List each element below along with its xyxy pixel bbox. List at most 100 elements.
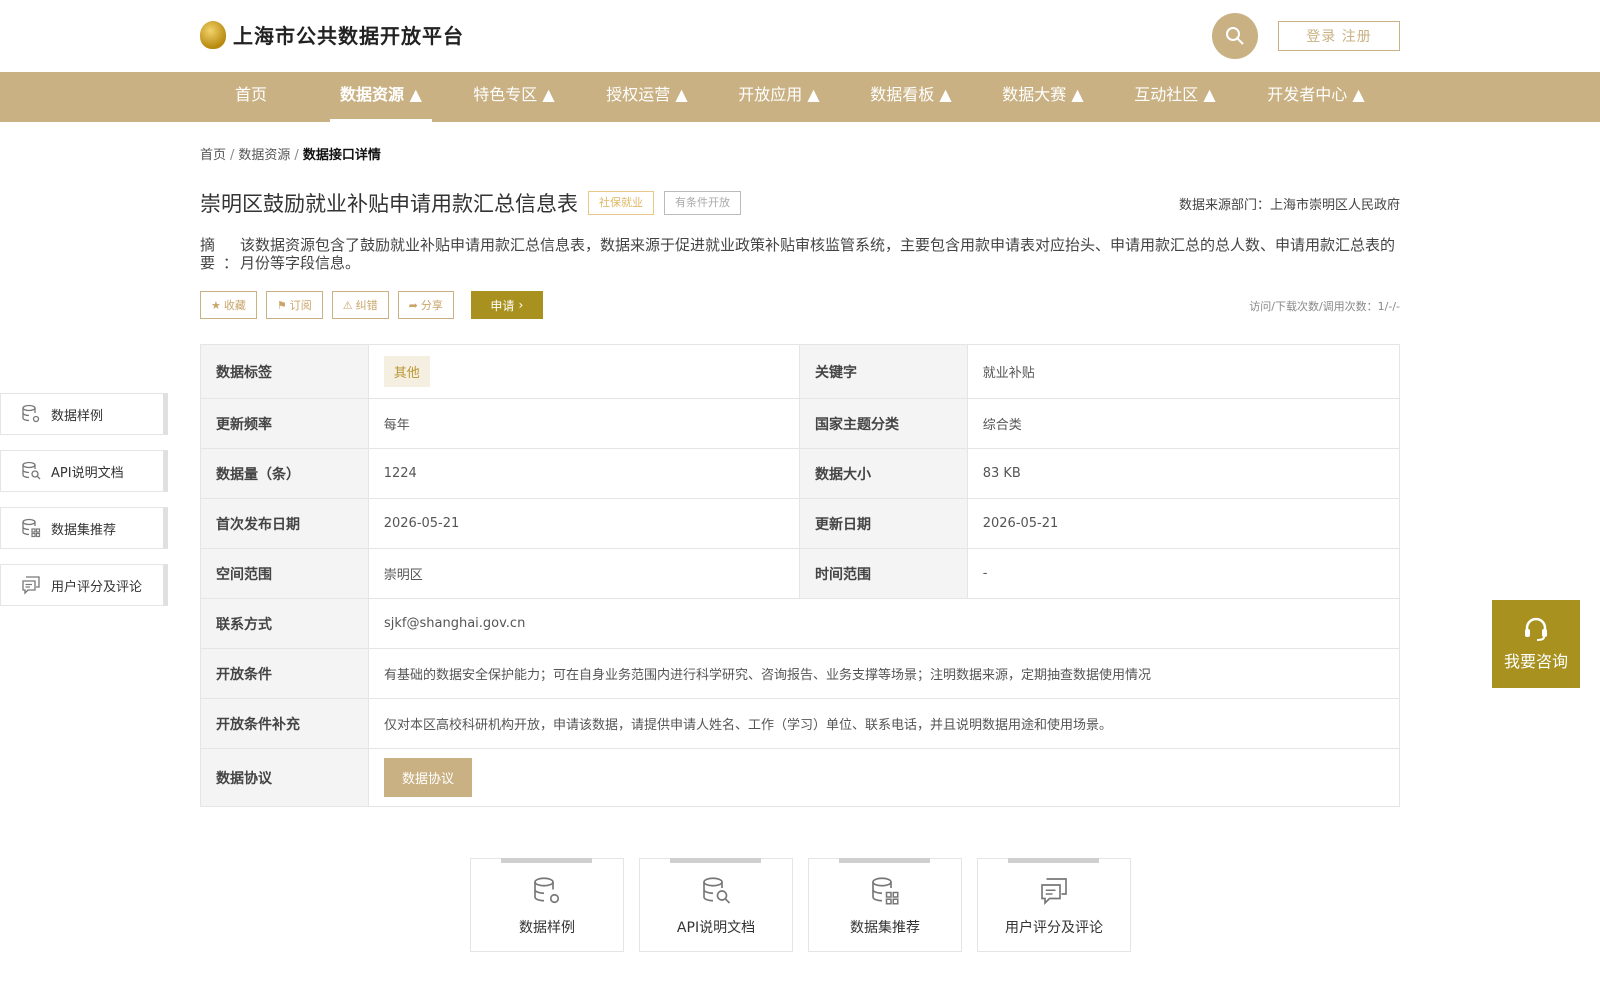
main-nav: 首页 数据资源 ▲ 特色专区 ▲ 授权运营 ▲ 开放应用 ▲ 数据看板 ▲ 数据… <box>0 72 1600 122</box>
keyword-value: 就业补贴 <box>966 345 1399 398</box>
summary: 摘要： 该数据资源包含了鼓励就业补贴申请用款汇总信息表，数据来源于促进就业政策补… <box>200 236 1400 272</box>
first-pub-value: 2026-05-21 <box>367 499 800 548</box>
chevron-right-icon: › <box>518 298 524 312</box>
contact-label: 联系方式 <box>201 599 368 648</box>
card-label: 用户评分及评论 <box>1005 920 1103 936</box>
count-value: 1224 <box>367 449 800 498</box>
first-pub-label: 首次发布日期 <box>201 499 368 548</box>
data-tag-label: 数据标签 <box>201 345 368 398</box>
table-row: 数据量（条） 1224 数据大小 83 KB <box>201 449 1399 499</box>
nav-data-dashboard[interactable]: 数据看板 ▲ <box>868 72 954 122</box>
database-grid-icon <box>872 877 899 905</box>
summary-text: 该数据资源包含了鼓励就业补贴申请用款汇总信息表，数据来源于促进就业政策补贴审核监… <box>240 236 1396 272</box>
star-icon: ★ <box>211 298 221 312</box>
headset-icon <box>1525 617 1547 641</box>
table-row: 开放条件 有基础的数据安全保护能力；可在自身业务范围内进行科学研究、咨询报告、业… <box>201 649 1399 699</box>
breadcrumb-separator: / <box>230 148 235 163</box>
share-button[interactable]: ➦ 分享 <box>397 291 454 319</box>
nav-developer-center[interactable]: 开发者中心 ▲ <box>1265 72 1367 122</box>
table-row: 数据协议 数据协议 <box>201 749 1399 806</box>
usage-stats: 访问/下载次数/调用次数：1/-/- <box>1249 300 1400 313</box>
breadcrumb: 首页 / 数据资源 / 数据接口详情 <box>200 144 381 163</box>
side-item-label: 数据集推荐 <box>51 522 117 538</box>
count-label: 数据量（条） <box>201 449 368 498</box>
table-row: 开放条件补充 仅对本区高校科研机构开放，申请该数据，请提供申请人姓名、工作（学习… <box>201 699 1399 749</box>
logo-emblem-icon <box>200 20 226 49</box>
action-bar: ★ 收藏 ⚑ 订阅 ⚠ 纠错 ➦ 分享 申请 › <box>200 291 543 319</box>
subscribe-label: 订阅 <box>289 299 312 312</box>
table-row: 数据标签 其他 关键字 就业补贴 <box>201 345 1399 399</box>
table-row: 更新频率 每年 国家主题分类 综合类 <box>201 399 1399 449</box>
open-cond-label: 开放条件 <box>201 649 368 698</box>
bottom-cards: 数据样例 API说明文档 数据集推荐 用户评分及评论 <box>470 858 1146 952</box>
side-item-data-sample[interactable]: 数据样例 <box>0 393 168 435</box>
share-icon: ➦ <box>408 298 418 312</box>
search-button[interactable] <box>1212 13 1258 59</box>
nav-special-zone[interactable]: 特色专区 ▲ <box>471 72 557 122</box>
side-item-dataset-recommend[interactable]: 数据集推荐 <box>0 507 168 549</box>
database-gear-icon <box>534 877 560 904</box>
side-item-label: 数据样例 <box>51 408 104 424</box>
title-row: 崇明区鼓励就业补贴申请用款汇总信息表 社保就业 有条件开放 <box>200 188 741 218</box>
protocol-cell: 数据协议 <box>368 749 1399 806</box>
nav-community[interactable]: 互动社区 ▲ <box>1132 72 1218 122</box>
data-tag-pill[interactable]: 其他 <box>383 356 430 387</box>
updated-value: 2026-05-21 <box>966 499 1399 548</box>
side-item-reviews[interactable]: 用户评分及评论 <box>0 564 168 606</box>
time-label: 时间范围 <box>800 549 967 598</box>
card-top-bar <box>1008 858 1099 863</box>
favorite-button[interactable]: ★ 收藏 <box>200 291 257 319</box>
card-top-bar <box>501 858 592 863</box>
breadcrumb-current: 数据接口详情 <box>302 148 381 163</box>
nav-home[interactable]: 首页 <box>234 72 268 122</box>
data-protocol-button[interactable]: 数据协议 <box>384 758 473 797</box>
database-search-icon <box>703 877 731 904</box>
card-api-doc[interactable]: API说明文档 <box>639 858 793 952</box>
source-department: 数据来源部门：上海市崇明区人民政府 <box>1178 198 1400 213</box>
page-title: 崇明区鼓励就业补贴申请用款汇总信息表 <box>200 192 578 216</box>
breadcrumb-section[interactable]: 数据资源 <box>238 148 290 163</box>
size-label: 数据大小 <box>800 449 967 498</box>
open-cond-value: 有基础的数据安全保护能力；可在自身业务范围内进行科学研究、咨询报告、业务支撑等场… <box>368 649 1399 698</box>
protocol-label: 数据协议 <box>201 749 368 806</box>
nav-data-contest[interactable]: 数据大赛 ▲ <box>1000 72 1086 122</box>
nav-authorized-ops[interactable]: 授权运营 ▲ <box>604 72 690 122</box>
nav-open-apps[interactable]: 开放应用 ▲ <box>736 72 822 122</box>
top-header: 上海市公共数据开放平台 登录 注册 <box>0 0 1600 72</box>
site-logo[interactable]: 上海市公共数据开放平台 <box>200 20 464 49</box>
table-row: 联系方式 sjkf@shanghai.gov.cn <box>201 599 1399 649</box>
space-value: 崇明区 <box>367 549 800 598</box>
size-value: 83 KB <box>966 449 1399 498</box>
consult-button[interactable]: 我要咨询 <box>1492 600 1580 688</box>
card-data-sample[interactable]: 数据样例 <box>470 858 624 952</box>
apply-button[interactable]: 申请 › <box>470 291 543 319</box>
space-label: 空间范围 <box>201 549 368 598</box>
open-type-tag: 有条件开放 <box>664 191 741 215</box>
subscribe-button[interactable]: ⚑ 订阅 <box>265 291 323 319</box>
database-search-icon <box>22 461 41 480</box>
nav-data-resources[interactable]: 数据资源 ▲ <box>330 72 432 122</box>
card-top-bar <box>839 858 930 863</box>
side-item-api-doc[interactable]: API说明文档 <box>0 450 168 492</box>
contact-value: sjkf@shanghai.gov.cn <box>368 599 1399 648</box>
card-top-bar <box>670 858 761 863</box>
theme-label: 国家主题分类 <box>800 399 967 448</box>
open-cond-extra-label: 开放条件补充 <box>201 699 368 748</box>
side-item-label: API说明文档 <box>51 465 124 481</box>
card-label: API说明文档 <box>676 920 756 936</box>
breadcrumb-home[interactable]: 首页 <box>200 148 226 163</box>
card-dataset-recommend[interactable]: 数据集推荐 <box>808 858 962 952</box>
share-label: 分享 <box>420 299 443 312</box>
summary-label: 摘要： <box>200 236 247 272</box>
site-title: 上海市公共数据开放平台 <box>233 24 464 48</box>
report-error-button[interactable]: ⚠ 纠错 <box>331 291 389 319</box>
card-label: 数据集推荐 <box>850 920 920 936</box>
open-cond-extra-value: 仅对本区高校科研机构开放，申请该数据，请提供申请人姓名、工作（学习）单位、联系电… <box>368 699 1399 748</box>
card-reviews[interactable]: 用户评分及评论 <box>977 858 1131 952</box>
login-register-button[interactable]: 登录 注册 <box>1278 21 1400 51</box>
side-item-label: 用户评分及评论 <box>51 579 143 595</box>
bookmark-icon: ⚑ <box>276 298 287 312</box>
report-label: 纠错 <box>355 299 378 312</box>
database-gear-icon <box>22 404 40 423</box>
consult-label: 我要咨询 <box>1503 652 1568 671</box>
